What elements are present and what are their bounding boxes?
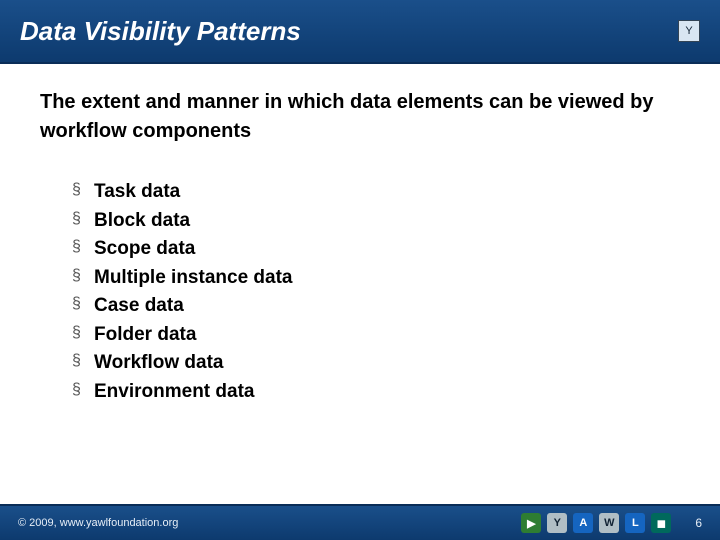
list-item: Block data xyxy=(72,207,680,236)
copyright-text: © 2009, www.yawlfoundation.org xyxy=(18,517,178,529)
list-item: Folder data xyxy=(72,321,680,350)
bullet-list: Task data Block data Scope data Multiple… xyxy=(40,178,680,406)
list-item: Workflow data xyxy=(72,349,680,378)
header-logo-icon: Y xyxy=(678,20,700,42)
footer-logo-icon: W xyxy=(599,513,619,533)
footer-right: ▶ Y A W L ◼ 6 xyxy=(521,513,702,533)
list-item: Environment data xyxy=(72,378,680,407)
footer-logo-icon: ◼ xyxy=(651,513,671,533)
slide-footer: © 2009, www.yawlfoundation.org ▶ Y A W L… xyxy=(0,504,720,540)
page-number: 6 xyxy=(695,516,702,530)
list-item: Multiple instance data xyxy=(72,264,680,293)
list-item: Task data xyxy=(72,178,680,207)
list-item: Scope data xyxy=(72,235,680,264)
slide-subtitle: The extent and manner in which data elem… xyxy=(40,88,680,146)
slide-header: Data Visibility Patterns Y xyxy=(0,0,720,64)
list-item: Case data xyxy=(72,292,680,321)
footer-logo-icon: L xyxy=(625,513,645,533)
slide-title: Data Visibility Patterns xyxy=(20,16,301,47)
footer-logo-icon: A xyxy=(573,513,593,533)
footer-logo-row: ▶ Y A W L ◼ xyxy=(521,513,671,533)
footer-logo-icon: Y xyxy=(547,513,567,533)
slide-content: The extent and manner in which data elem… xyxy=(0,64,720,406)
footer-logo-icon: ▶ xyxy=(521,513,541,533)
